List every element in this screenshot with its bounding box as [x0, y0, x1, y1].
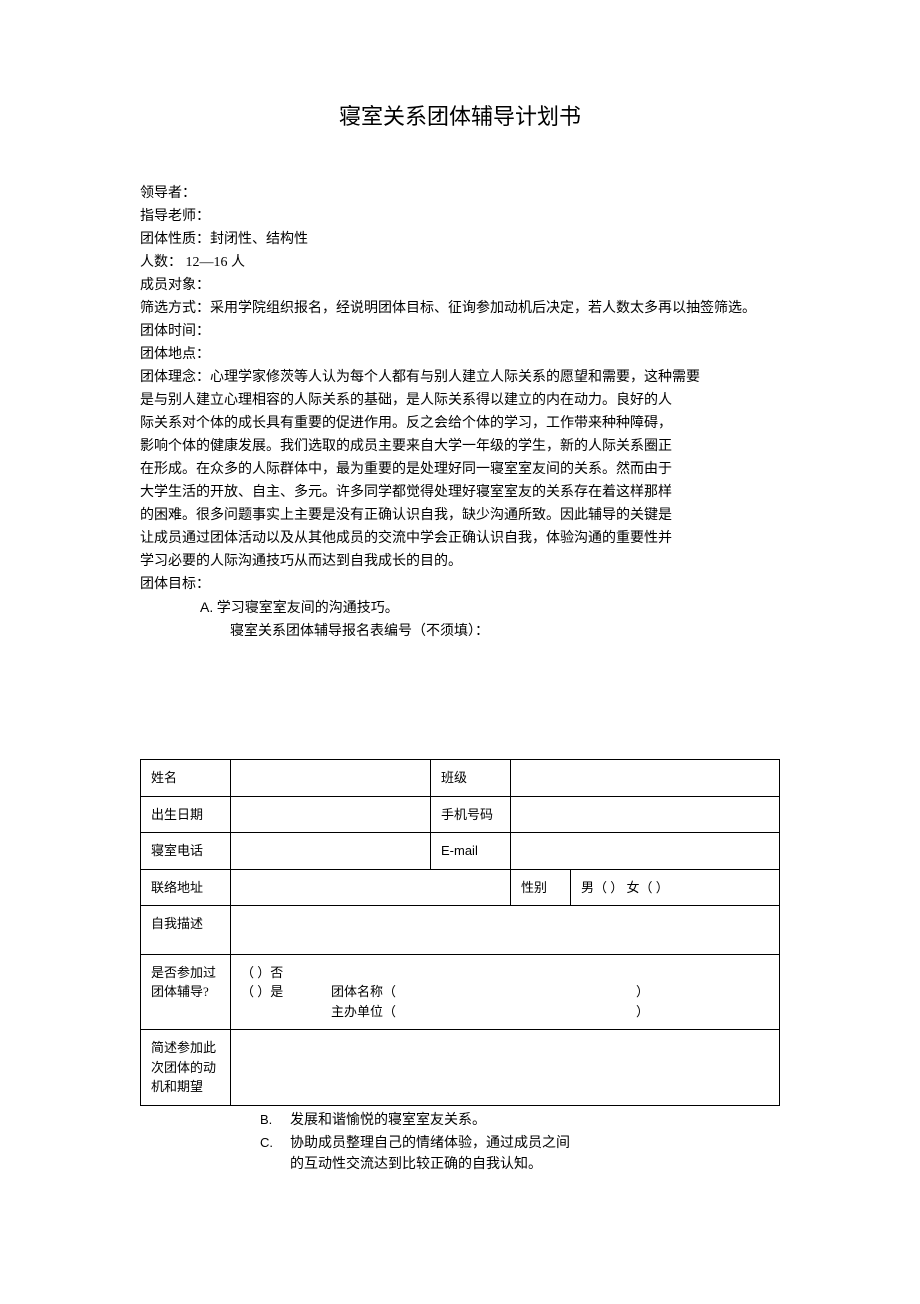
- goal-c-marker: C.: [260, 1133, 290, 1153]
- address-field[interactable]: [231, 869, 511, 906]
- line-count: 人数： 12—16 人: [140, 252, 780, 273]
- email-field[interactable]: [511, 833, 780, 870]
- post-list: B. 发展和谐愉悦的寝室室友关系。 C. 协助成员整理自己的情绪体验，通过成员之…: [140, 1106, 780, 1175]
- registration-form: 姓名 班级 出生日期 手机号码 寝室电话 E-mail 联络地址 性别 男（ ）…: [140, 759, 780, 1106]
- dorm-phone-field[interactable]: [231, 833, 431, 870]
- line-time: 团体时间：: [140, 321, 780, 342]
- goal-b-text: 发展和谐愉悦的寝室室友关系。: [290, 1110, 780, 1131]
- phone-label: 手机号码: [431, 796, 511, 833]
- prev-field[interactable]: （ ）否 （ ）是 团体名称（ ） 主办单位（ ）: [231, 954, 780, 1030]
- table-row: 寝室电话 E-mail: [141, 833, 780, 870]
- goal-c-line1: 协助成员整理自己的情绪体验，通过成员之间: [290, 1133, 780, 1154]
- close-paren: ）: [636, 1002, 649, 1022]
- line-place: 团体地点：: [140, 344, 780, 365]
- self-desc-label: 自我描述: [141, 906, 231, 955]
- dob-field[interactable]: [231, 796, 431, 833]
- line-goal-header: 团体目标：: [140, 574, 780, 595]
- goal-b-marker: B.: [260, 1110, 290, 1130]
- table-row: 简述参加此 次团体的动 机和期望: [141, 1030, 780, 1106]
- email-label: E-mail: [431, 833, 511, 870]
- line-selection: 筛选方式：采用学院组织报名，经说明团体目标、征询参加动机后决定，若人数太多再以抽…: [140, 298, 780, 319]
- body-paragraphs: 领导者： 指导老师： 团体性质：封闭性、结构性 人数： 12—16 人 成员对象…: [140, 183, 780, 642]
- prev-no-option[interactable]: （ ）否: [241, 963, 769, 983]
- line-concept: 学习必要的人际沟通技巧从而达到自我成长的目的。: [140, 551, 780, 572]
- prev-yes-option[interactable]: （ ）是: [241, 982, 331, 1021]
- line-members: 成员对象：: [140, 275, 780, 296]
- line-concept: 的困难。很多问题事实上主要是没有正确认识自我，缺少沟通所致。因此辅导的关键是: [140, 505, 780, 526]
- line-advisor: 指导老师：: [140, 206, 780, 227]
- class-label: 班级: [431, 760, 511, 797]
- line-leader: 领导者：: [140, 183, 780, 204]
- line-concept: 影响个体的健康发展。我们选取的成员主要来自大学一年级的学生，新的人际关系圈正: [140, 436, 780, 457]
- line-concept: 际关系对个体的成长具有重要的促进作用。反之会给个体的学习，工作带来种种障碍，: [140, 413, 780, 434]
- goal-c-text: 协助成员整理自己的情绪体验，通过成员之间 的互动性交流达到比较正确的自我认知。: [290, 1133, 780, 1175]
- motive-label: 简述参加此 次团体的动 机和期望: [141, 1030, 231, 1106]
- motive-field[interactable]: [231, 1030, 780, 1106]
- goal-a-text: 学习寝室室友间的沟通技巧。: [217, 601, 399, 616]
- line-concept: 让成员通过团体活动以及从其他成员的交流中学会正确认识自我，体验沟通的重要性并: [140, 528, 780, 549]
- line-concept: 团体理念：心理学家修茨等人认为每个人都有与别人建立人际关系的愿望和需要，这种需要: [140, 367, 780, 388]
- page-title: 寝室关系团体辅导计划书: [140, 100, 780, 133]
- prev-group-name-label: 团体名称（: [331, 982, 396, 1002]
- line-concept: 在形成。在众多的人际群体中，最为重要的是处理好同一寝室室友间的关系。然而由于: [140, 459, 780, 480]
- motive-label-2: 次团体的动: [151, 1058, 220, 1078]
- gender-label: 性别: [511, 869, 571, 906]
- table-row: 出生日期 手机号码: [141, 796, 780, 833]
- name-label: 姓名: [141, 760, 231, 797]
- goal-c-line2: 的互动性交流达到比较正确的自我认知。: [290, 1154, 780, 1175]
- goal-a-marker: A.: [200, 599, 213, 615]
- phone-field[interactable]: [511, 796, 780, 833]
- table-row: 联络地址 性别 男（ ） 女（ ）: [141, 869, 780, 906]
- line-nature: 团体性质：封闭性、结构性: [140, 229, 780, 250]
- motive-label-1: 简述参加此: [151, 1038, 220, 1058]
- table-row: 姓名 班级: [141, 760, 780, 797]
- prev-label: 是否参加过 团体辅导?: [141, 954, 231, 1030]
- motive-label-3: 机和期望: [151, 1077, 220, 1097]
- line-concept: 大学生活的开放、自主、多元。许多同学都觉得处理好寝室室友的关系存在着这样那样: [140, 482, 780, 503]
- goal-a: A. 学习寝室室友间的沟通技巧。: [140, 597, 780, 619]
- self-desc-field[interactable]: [231, 906, 780, 955]
- address-label: 联络地址: [141, 869, 231, 906]
- line-concept: 是与别人建立心理相容的人际关系的基础，是人际关系得以建立的内在动力。良好的人: [140, 390, 780, 411]
- goal-a-sub: 寝室关系团体辅导报名表编号（不须填）：: [140, 621, 780, 642]
- close-paren: ）: [636, 982, 649, 1002]
- prev-label-2: 团体辅导?: [151, 982, 220, 1002]
- gender-field[interactable]: 男（ ） 女（ ）: [571, 869, 780, 906]
- name-field[interactable]: [231, 760, 431, 797]
- prev-label-1: 是否参加过: [151, 963, 220, 983]
- dob-label: 出生日期: [141, 796, 231, 833]
- dorm-phone-label: 寝室电话: [141, 833, 231, 870]
- prev-sponsor-label: 主办单位（: [331, 1002, 396, 1022]
- table-row: 自我描述: [141, 906, 780, 955]
- table-row: 是否参加过 团体辅导? （ ）否 （ ）是 团体名称（ ） 主办单位（ ）: [141, 954, 780, 1030]
- class-field[interactable]: [511, 760, 780, 797]
